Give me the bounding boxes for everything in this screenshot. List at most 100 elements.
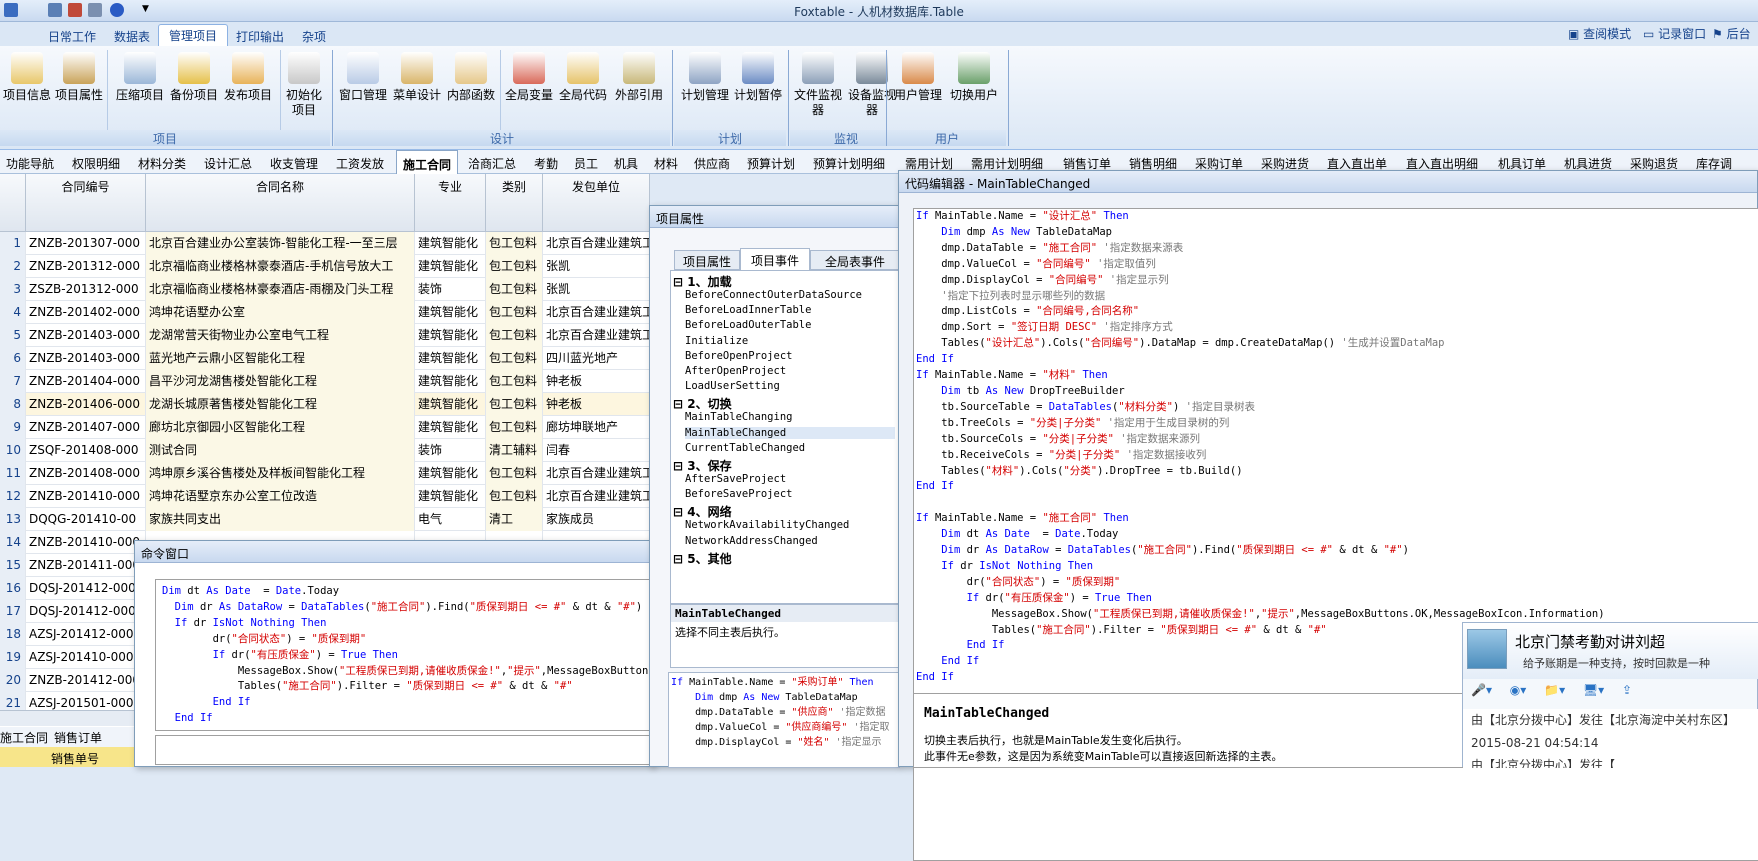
table-cell[interactable]: ZNZB-201407-000 <box>26 416 146 439</box>
table-cell[interactable]: 四川蓝光地产 <box>543 347 650 370</box>
tab-global-table-events[interactable]: 全局表事件 <box>810 250 900 270</box>
table-cell[interactable]: 建筑智能化 <box>415 255 486 278</box>
table-cell[interactable]: 鸿坤花语墅京东办公室工位改造 <box>146 485 415 508</box>
table-cell[interactable]: 包工包料 <box>486 462 543 485</box>
event-item[interactable]: AfterOpenProject <box>685 365 786 377</box>
table-row[interactable]: 11 ZNZB-201408-000 鸿坤原乡溪谷售楼处及样板间智能化工程 建筑智能化… <box>0 462 650 485</box>
table-cell[interactable]: 钟老板 <box>543 393 650 416</box>
table-tab[interactable]: 机具 <box>608 150 644 174</box>
table-cell[interactable]: 清工 <box>486 508 543 531</box>
tab-print-output[interactable]: 打印输出 <box>226 26 294 46</box>
menu-design-button[interactable]: 菜单设计 <box>390 52 444 130</box>
event-section-header[interactable]: ⊟ 2、切换 <box>673 395 732 412</box>
record-window-toggle[interactable]: ▭ 记录窗口 <box>1643 25 1706 42</box>
table-tab[interactable]: 权限明细 <box>66 150 126 174</box>
video-icon[interactable]: ◉▾ <box>1510 683 1527 697</box>
table-row[interactable]: 3 ZSZB-201312-000 北京福临商业楼格林豪泰酒店-雨棚及门头工程 装饰包… <box>0 278 650 301</box>
table-cell[interactable]: 北京百合建业建筑工 <box>543 232 650 255</box>
table-cell[interactable]: 廊坊北京御园小区智能化工程 <box>146 416 415 439</box>
table-tab[interactable]: 供应商 <box>688 150 736 174</box>
table-cell[interactable]: ZNZB-201402-000 <box>26 301 146 324</box>
table-tab[interactable]: 预算计划明细 <box>807 150 891 174</box>
table-cell[interactable]: ZNZB-201403-000 <box>26 347 146 370</box>
table-cell[interactable]: 包工包料 <box>486 301 543 324</box>
window-manage-button[interactable]: 窗口管理 <box>336 52 390 130</box>
table-row[interactable]: 5 ZNZB-201403-000 龙湖常营天街物业办公室电气工程 建筑智能化 包工包料… <box>0 324 650 347</box>
grid-corner[interactable] <box>0 174 26 232</box>
table-row[interactable]: 7 ZNZB-201404-000 昌平沙河龙湖售楼处智能化工程 建筑智能化 包工包料钟… <box>0 370 650 393</box>
table-cell[interactable]: 包工包料 <box>486 347 543 370</box>
table-cell[interactable]: 北京百合建业办公室装饰-智能化工程-一至三层 <box>146 232 415 255</box>
table-cell[interactable]: DQQG-201410-00 <box>26 508 146 531</box>
table-tab[interactable]: 考勤 <box>528 150 564 174</box>
table-cell[interactable]: 建筑智能化 <box>415 347 486 370</box>
table-cell[interactable]: 北京福临商业楼格林豪泰酒店-雨棚及门头工程 <box>146 278 415 301</box>
file-monitor-button[interactable]: 文件监视器 <box>792 52 844 130</box>
sales-no-header[interactable]: 销售单号 <box>0 747 150 767</box>
table-cell[interactable]: ZNZB-201408-000 <box>26 462 146 485</box>
table-cell[interactable]: 建筑智能化 <box>415 462 486 485</box>
table-cell[interactable]: 包工包料 <box>486 232 543 255</box>
table-cell[interactable]: 建筑智能化 <box>415 416 486 439</box>
table-cell[interactable]: 建筑智能化 <box>415 301 486 324</box>
internal-function-button[interactable]: 内部函数 <box>444 52 498 130</box>
tab-manage-project[interactable]: 管理项目 <box>158 24 229 46</box>
table-tab[interactable]: 工资发放 <box>330 150 390 174</box>
table-cell[interactable]: 家族共同支出 <box>146 508 415 531</box>
tab-misc[interactable]: 杂项 <box>292 26 336 46</box>
switch-user-button[interactable]: 切换用户 <box>946 52 1002 130</box>
table-cell[interactable]: ZNZB-201410-000 <box>26 485 146 508</box>
table-cell[interactable]: 包工包料 <box>486 255 543 278</box>
table-row[interactable]: 6 ZNZB-201403-000 蓝光地产云鼎小区智能化工程 建筑智能化 包工包料 四川… <box>0 347 650 370</box>
col-header-specialty[interactable]: 专业 <box>415 174 486 232</box>
table-cell[interactable]: 包工包料 <box>486 278 543 301</box>
user-manage-button[interactable]: 用户管理 <box>890 52 946 130</box>
event-item[interactable]: BeforeSaveProject <box>685 488 792 500</box>
table-cell[interactable]: ZNZB-201410-000 <box>26 531 146 554</box>
event-item[interactable]: LoadUserSetting <box>685 380 780 392</box>
table-cell[interactable]: 北京福临商业楼格林豪泰酒店-手机信号放大工 <box>146 255 415 278</box>
event-item[interactable]: MainTableChanged <box>685 426 895 439</box>
table-tab[interactable]: 施工合同 <box>396 150 459 174</box>
compress-project-button[interactable]: 压缩项目 <box>114 52 166 130</box>
publish-project-button[interactable]: 发布项目 <box>222 52 274 130</box>
tab-daily-work[interactable]: 日常工作 <box>38 26 106 46</box>
send-file-icon[interactable]: 📁▾ <box>1544 683 1565 697</box>
table-cell[interactable]: 龙湖常营天街物业办公室电气工程 <box>146 324 415 347</box>
background-toggle[interactable]: ⚑ 后台 <box>1712 25 1751 42</box>
col-header-client[interactable]: 发包单位 <box>543 174 650 232</box>
external-ref-button[interactable]: 外部引用 <box>610 52 668 130</box>
table-row[interactable]: 2 ZNZB-201312-000 北京福临商业楼格林豪泰酒店-手机信号放大工 建筑智… <box>0 255 650 278</box>
project-info-button[interactable]: 项目信息 <box>2 52 52 130</box>
status-tab-sales-order[interactable]: 销售订单 <box>54 729 102 746</box>
table-cell[interactable]: 昌平沙河龙湖售楼处智能化工程 <box>146 370 415 393</box>
tab-project-events[interactable]: 项目事件 <box>740 248 810 270</box>
table-tab[interactable]: 设计汇总 <box>198 150 258 174</box>
table-row[interactable]: 10 ZSQF-201408-000 测试合同 装饰 清工辅料 闫春 <box>0 439 650 462</box>
event-item[interactable]: NetworkAddressChanged <box>685 535 818 547</box>
event-item[interactable]: MainTableChanging <box>685 411 792 423</box>
table-cell[interactable]: 包工包料 <box>486 416 543 439</box>
event-item[interactable]: BeforeOpenProject <box>685 350 792 362</box>
event-code-preview[interactable]: If MainTable.Name = "采购订单" Then Dim dmp … <box>668 672 900 768</box>
table-cell[interactable]: 北京百合建业建筑工 <box>543 324 650 347</box>
table-cell[interactable]: ZSZB-201312-000 <box>26 278 146 301</box>
table-cell[interactable]: 钟老板 <box>543 370 650 393</box>
event-section-header[interactable]: ⊟ 1、加载 <box>673 273 732 290</box>
table-cell[interactable]: 建筑智能化 <box>415 393 486 416</box>
event-section-header[interactable]: ⊟ 5、其他 <box>673 550 732 567</box>
table-cell[interactable]: 装饰 <box>415 278 486 301</box>
table-cell[interactable]: 清工辅料 <box>486 439 543 462</box>
table-cell[interactable]: 电气 <box>415 508 486 531</box>
table-cell[interactable]: 廊坊坤联地产 <box>543 416 650 439</box>
table-tab[interactable]: 材料 <box>648 150 684 174</box>
table-cell[interactable]: ZNZB-201411-000 <box>26 554 146 577</box>
table-cell[interactable]: 鸿坤花语墅办公室 <box>146 301 415 324</box>
command-code-area[interactable]: Dim dt As Date = Date.Today Dim dr As Da… <box>155 579 651 731</box>
table-cell[interactable]: AZSJ-201412-0001 <box>26 623 146 646</box>
table-cell[interactable]: 包工包料 <box>486 370 543 393</box>
table-cell[interactable]: 包工包料 <box>486 485 543 508</box>
table-cell[interactable]: 张凯 <box>543 255 650 278</box>
table-cell[interactable]: AZSJ-201410-0001 <box>26 646 146 669</box>
avatar[interactable] <box>1467 629 1507 669</box>
